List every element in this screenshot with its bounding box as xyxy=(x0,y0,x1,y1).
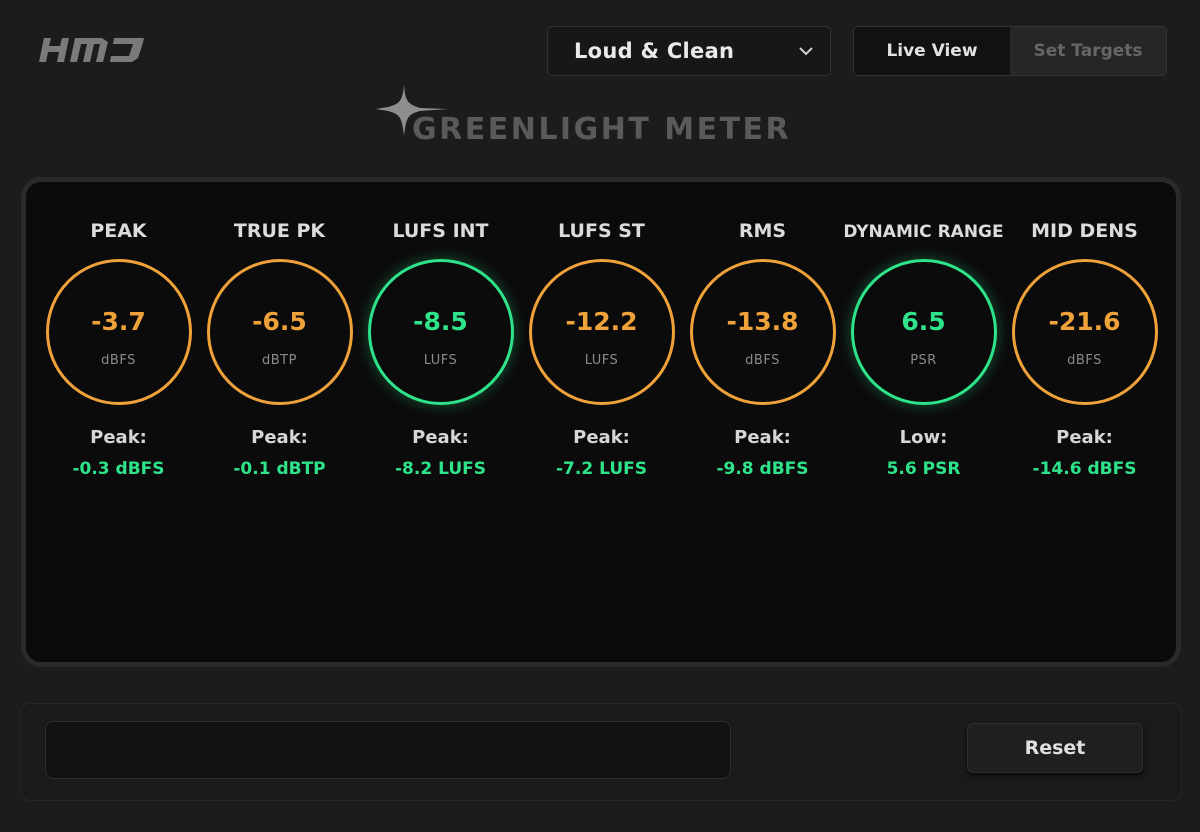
meter-unit: dBFS xyxy=(1067,353,1102,368)
meter-label: RMS xyxy=(738,220,787,242)
meter-unit: dBFS xyxy=(101,353,136,368)
meters-panel: PEAK -3.7 dBFS Peak: -0.3 dBFS TRUE PK -… xyxy=(21,177,1181,667)
meter-stat-value: -9.8 dBFS xyxy=(716,459,809,479)
meter-label: MID DENS xyxy=(1031,220,1138,242)
meter-unit: PSR xyxy=(910,353,937,368)
meter-stat-value: 5.6 PSR xyxy=(886,459,961,479)
meter-ring: 6.5 PSR xyxy=(850,259,997,405)
meter-ring: -13.8 dBFS xyxy=(689,259,836,405)
meter-stat-value: -7.2 LUFS xyxy=(556,459,647,479)
preset-dropdown-label: Loud & Clean xyxy=(574,39,735,63)
page-title: GREENLIGHT METER xyxy=(412,112,792,147)
meter-unit: LUFS xyxy=(584,353,619,368)
meter-unit: LUFS xyxy=(423,353,458,368)
meter-value: -21.6 xyxy=(1048,307,1121,336)
meter-stat-label: Peak: xyxy=(412,427,469,448)
preset-dropdown[interactable]: Loud & Clean xyxy=(547,26,831,76)
meter-stat-label: Peak: xyxy=(734,427,791,448)
meter-stat-label: Low: xyxy=(899,427,948,448)
meter-ring: -3.7 dBFS xyxy=(45,259,192,405)
meter-value: -12.2 xyxy=(565,307,638,336)
app-window: Loud & Clean Live View Set Targets GREEN… xyxy=(0,0,1200,832)
set-targets-tab[interactable]: Set Targets xyxy=(1010,27,1166,75)
status-message-box xyxy=(45,721,731,779)
meter-unit: dBFS xyxy=(745,353,780,368)
meter-label: PEAK xyxy=(90,220,147,242)
meter-stat-label: Peak: xyxy=(251,427,308,448)
app-title-area: GREENLIGHT METER xyxy=(376,82,836,152)
meter-stat-value: -14.6 dBFS xyxy=(1032,459,1137,479)
meter-unit: dBTP xyxy=(262,353,297,368)
chevron-down-icon xyxy=(799,47,813,56)
meter-ring: -8.5 LUFS xyxy=(367,259,514,405)
meter-stat-label: Peak: xyxy=(90,427,147,448)
meter-stat-label: Peak: xyxy=(1056,427,1113,448)
meter-ring: -6.5 dBTP xyxy=(206,259,353,405)
bottom-bar: Reset xyxy=(20,703,1182,801)
meter-label: LUFS ST xyxy=(558,220,645,242)
meter-ring: -12.2 LUFS xyxy=(528,259,675,405)
meter-stat-label: Peak: xyxy=(573,427,630,448)
meter-value: -3.7 xyxy=(91,307,146,336)
view-toggle: Live View Set Targets xyxy=(853,26,1167,76)
meter-stat-value: -0.3 dBFS xyxy=(72,459,165,479)
live-view-tab[interactable]: Live View xyxy=(854,27,1010,75)
meter-stat-value: -0.1 dBTP xyxy=(233,459,326,479)
meter-stat-value: -8.2 LUFS xyxy=(395,459,486,479)
meter-label: DYNAMIC RANGE xyxy=(843,222,1004,242)
meter-value: -6.5 xyxy=(252,307,307,336)
meter-value: -13.8 xyxy=(726,307,799,336)
meter-value: 6.5 xyxy=(901,307,946,336)
meter-label: LUFS INT xyxy=(392,220,489,242)
meter-value: -8.5 xyxy=(413,307,468,336)
meter-label: TRUE PK xyxy=(233,220,326,242)
hmj-logo xyxy=(39,38,144,62)
meter-ring: -21.6 dBFS xyxy=(1011,259,1158,405)
reset-button[interactable]: Reset xyxy=(967,723,1143,773)
